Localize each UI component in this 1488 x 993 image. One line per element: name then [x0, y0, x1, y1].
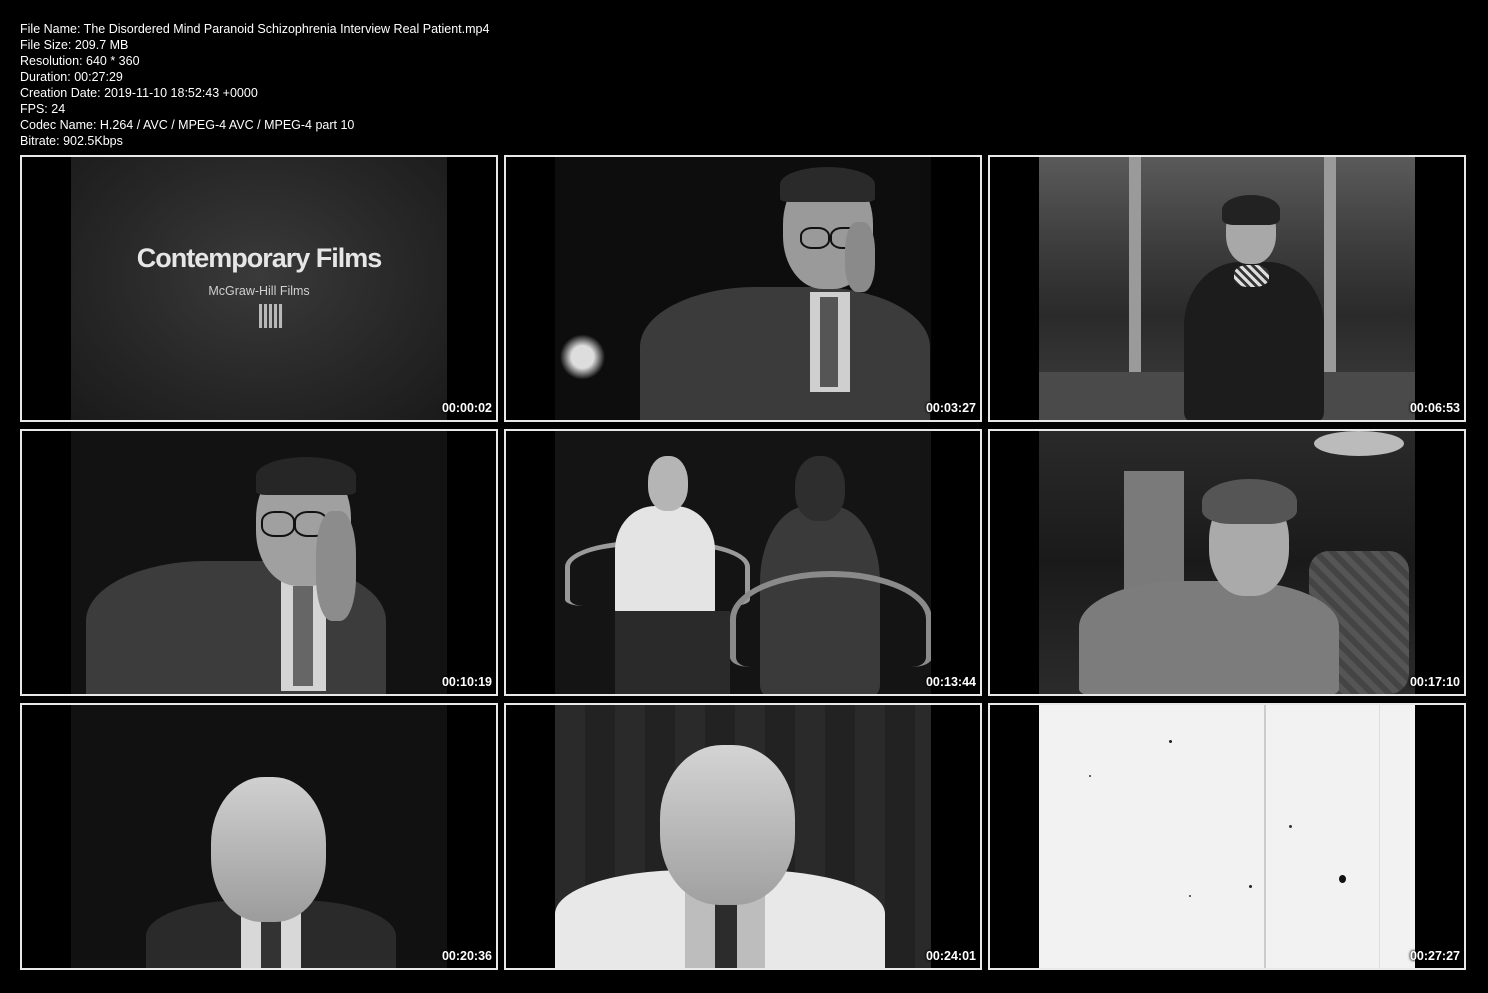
- thumbnail-5[interactable]: 00:13:44: [504, 429, 982, 696]
- frame-image-title-card: Contemporary Films McGraw-Hill Films: [71, 157, 447, 420]
- title-card-subtitle: McGraw-Hill Films: [208, 284, 310, 298]
- timestamp: 00:17:10: [1409, 675, 1460, 689]
- frame-image-bald-man-speaking: [71, 705, 447, 968]
- thumbnail-9[interactable]: 00:27:27: [988, 703, 1466, 970]
- frame-image-woman-standing: [1039, 157, 1415, 420]
- thumbnail-3[interactable]: 00:06:53: [988, 155, 1466, 422]
- file-name: File Name: The Disordered Mind Paranoid …: [20, 22, 490, 36]
- thumbnail-1[interactable]: Contemporary Films McGraw-Hill Films 00:…: [20, 155, 498, 422]
- frame-image-blank-film-end: [1039, 705, 1415, 968]
- frame-image-man-with-glasses: [71, 431, 447, 694]
- thumbnail-2[interactable]: 00:03:27: [504, 155, 982, 422]
- bitrate: Bitrate: 902.5Kbps: [20, 134, 123, 148]
- frame-image-man-adjusting-glasses: [555, 157, 931, 420]
- thumbnail-6[interactable]: 00:17:10: [988, 429, 1466, 696]
- thumbnail-7[interactable]: 00:20:36: [20, 703, 498, 970]
- timestamp: 00:24:01: [925, 949, 976, 963]
- duration: Duration: 00:27:29: [20, 70, 123, 84]
- frame-image-woman-seated: [1039, 431, 1415, 694]
- timestamp: 00:06:53: [1409, 401, 1460, 415]
- frame-image-doctor-interview: [555, 431, 931, 694]
- publisher-logo: [259, 304, 283, 328]
- timestamp: 00:20:36: [441, 949, 492, 963]
- title-card-text: Contemporary Films: [136, 243, 383, 273]
- creation-date: Creation Date: 2019-11-10 18:52:43 +0000: [20, 86, 258, 100]
- frame-image-doctor-closeup: [555, 705, 931, 968]
- fps: FPS: 24: [20, 102, 66, 116]
- resolution: Resolution: 640 * 360: [20, 54, 140, 68]
- timestamp: 00:03:27: [925, 401, 976, 415]
- timestamp: 00:13:44: [925, 675, 976, 689]
- video-metadata: File Name: The Disordered Mind Paranoid …: [20, 21, 489, 149]
- timestamp: 00:00:02: [441, 401, 492, 415]
- thumbnail-8[interactable]: 00:24:01: [504, 703, 982, 970]
- timestamp: 00:10:19: [441, 675, 492, 689]
- file-size: File Size: 209.7 MB: [20, 38, 129, 52]
- codec-name: Codec Name: H.264 / AVC / MPEG-4 AVC / M…: [20, 118, 355, 132]
- timestamp: 00:27:27: [1409, 949, 1460, 963]
- thumbnail-4[interactable]: 00:10:19: [20, 429, 498, 696]
